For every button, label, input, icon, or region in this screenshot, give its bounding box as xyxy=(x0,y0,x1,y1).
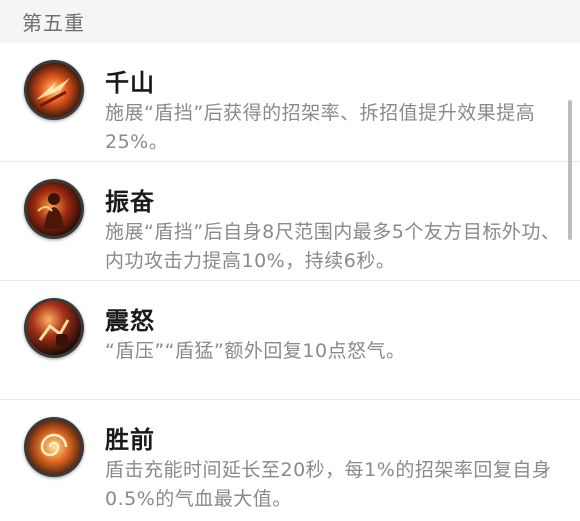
skill-name: 胜前 xyxy=(105,426,155,454)
skill-description: 施展“盾挡”后获得的招架率、拆招值提升效果提高25%。 xyxy=(105,102,536,153)
skill-item-qianshan[interactable]: 千山 施展“盾挡”后获得的招架率、拆招值提升效果提高25%。 xyxy=(0,43,580,162)
skill-item-shengqian[interactable]: 胜前 盾击充能时间延长至20秒，每1%的招架率回复自身0.5%的气血最大值。 xyxy=(0,400,580,518)
skill-description: “盾压”“盾猛”额外回复10点怒气。 xyxy=(105,340,406,362)
skill-description: 盾击充能时间延长至20秒，每1%的招架率回复自身0.5%的气血最大值。 xyxy=(105,459,552,510)
skill-item-zhennu[interactable]: 震怒 “盾压”“盾猛”额外回复10点怒气。 xyxy=(0,281,580,400)
section-header: 第五重 xyxy=(0,0,580,43)
skill-name: 千山 xyxy=(105,69,155,97)
skill-description: 施展“盾挡”后自身8尺范围内最多5个友方目标外功、内功攻击力提高10%，持续6秒… xyxy=(105,221,561,272)
flame-slash-icon xyxy=(24,60,84,120)
skill-item-zhenfen[interactable]: 振奋 施展“盾挡”后自身8尺范围内最多5个友方目标外功、内功攻击力提高10%，持… xyxy=(0,162,580,281)
swirl-icon xyxy=(24,417,84,477)
skill-name: 振奋 xyxy=(105,188,155,216)
skill-list: 千山 施展“盾挡”后获得的招架率、拆招值提升效果提高25%。 振奋 施展“盾挡”… xyxy=(0,43,580,518)
shield-strike-icon xyxy=(24,298,84,358)
section-title: 第五重 xyxy=(22,11,85,35)
skill-name: 震怒 xyxy=(105,307,155,335)
warrior-figure-icon xyxy=(24,179,84,239)
scrollbar[interactable] xyxy=(568,100,572,240)
